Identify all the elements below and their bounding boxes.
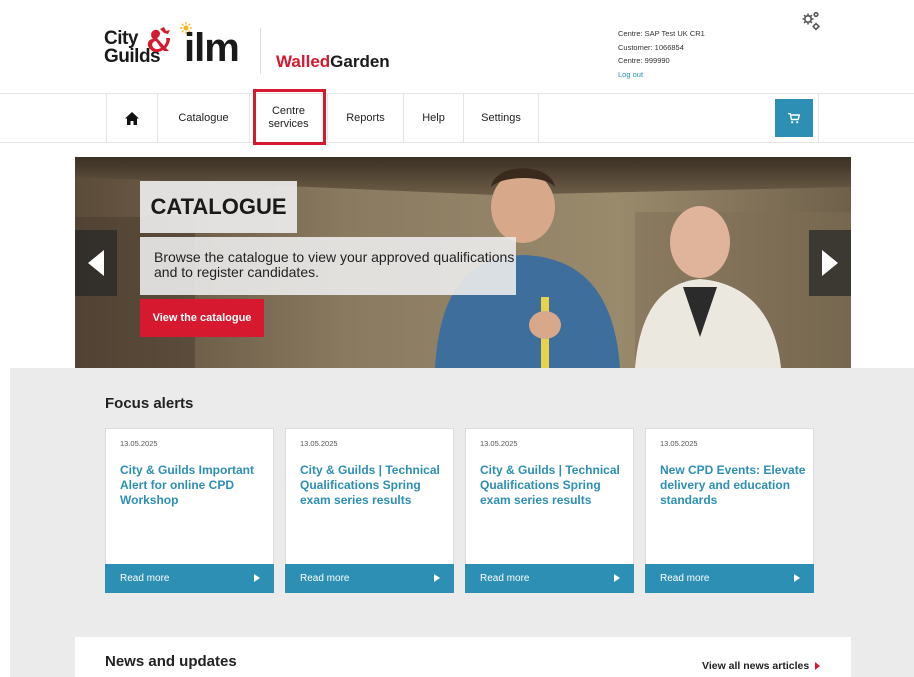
arrow-right-icon <box>822 250 838 276</box>
ilm-logo[interactable]: ilm <box>180 22 250 72</box>
read-more-button[interactable]: Read more <box>645 564 814 593</box>
home-icon <box>125 111 139 125</box>
carousel-prev-button[interactable] <box>75 230 117 296</box>
logo-divider <box>260 28 261 74</box>
walled-garden-logo[interactable]: WalledGarden <box>276 52 390 72</box>
read-more-label: Read more <box>300 573 350 584</box>
read-more-label: Read more <box>660 573 710 584</box>
walled-garden-logo-part2: Garden <box>330 52 390 71</box>
account-info: Centre: SAP Test UK CR1 Customer: 106685… <box>618 27 705 81</box>
walled-garden-logo-part1: Walled <box>276 52 331 71</box>
news-title: News and updates <box>105 653 237 670</box>
play-arrow-icon <box>434 574 440 582</box>
view-all-news-link[interactable]: View all news articles <box>702 659 809 673</box>
chevron-right-icon <box>815 662 820 670</box>
alert-title[interactable]: New CPD Events: Elevate delivery and edu… <box>660 463 806 508</box>
site-header: City Guilds ilm WalledGarden Centre: SAP… <box>0 0 914 93</box>
account-customer: Customer: 1066854 <box>618 42 684 52</box>
alert-title[interactable]: City & Guilds | Technical Qualifications… <box>300 463 446 508</box>
nav-help[interactable]: Help <box>404 94 464 142</box>
hero-title: CATALOGUE <box>150 194 287 219</box>
nav-catalogue[interactable]: Catalogue <box>158 94 250 142</box>
hero-title-box: CATALOGUE <box>140 181 297 233</box>
play-arrow-icon <box>614 574 620 582</box>
news-section: News and updates View all news articles <box>75 637 851 677</box>
hero-description-box: Browse the catalogue to view your approv… <box>140 237 516 295</box>
alert-date: 13.05.2025 <box>300 439 338 448</box>
logout-link[interactable]: Log out <box>618 68 705 82</box>
cart-icon <box>788 112 800 123</box>
gears-icon[interactable] <box>800 10 822 32</box>
nav-settings[interactable]: Settings <box>464 94 539 142</box>
alert-date: 13.05.2025 <box>660 439 698 448</box>
alert-card[interactable]: 13.05.2025 New CPD Events: Elevate deliv… <box>645 428 814 593</box>
alert-date: 13.05.2025 <box>120 439 158 448</box>
play-arrow-icon <box>794 574 800 582</box>
alert-card[interactable]: 13.05.2025 City & Guilds | Technical Qua… <box>465 428 634 593</box>
read-more-label: Read more <box>480 573 530 584</box>
alert-card[interactable]: 13.05.2025 City & Guilds | Technical Qua… <box>285 428 454 593</box>
alert-date: 13.05.2025 <box>480 439 518 448</box>
arrow-left-icon <box>88 250 104 276</box>
alert-title[interactable]: City & Guilds Important Alert for online… <box>120 463 266 508</box>
nav-centre-services-label: Centre services <box>268 105 309 130</box>
alert-card[interactable]: 13.05.2025 City & Guilds Important Alert… <box>105 428 274 593</box>
ampersand-lion-icon <box>147 27 170 53</box>
nav-divider <box>818 94 819 142</box>
read-more-button[interactable]: Read more <box>105 564 274 593</box>
hero-description: Browse the catalogue to view your approv… <box>154 249 515 280</box>
account-centre-number: Centre: 999990 <box>618 56 670 65</box>
alert-title[interactable]: City & Guilds | Technical Qualifications… <box>480 463 626 508</box>
nav-home[interactable] <box>106 94 158 142</box>
play-arrow-icon <box>254 574 260 582</box>
read-more-button[interactable]: Read more <box>465 564 634 593</box>
ilm-logo-text: ilm <box>184 26 240 70</box>
focus-alerts-title: Focus alerts <box>105 395 194 412</box>
read-more-label: Read more <box>120 573 170 584</box>
city-and-guilds-logo[interactable]: City Guilds <box>104 27 170 70</box>
cart-button[interactable] <box>775 99 813 137</box>
read-more-button[interactable]: Read more <box>285 564 454 593</box>
account-centre-name: Centre: SAP Test UK CR1 <box>618 29 705 38</box>
view-catalogue-button[interactable]: View the catalogue <box>140 299 264 337</box>
nav-reports[interactable]: Reports <box>328 94 404 142</box>
nav-centre-services[interactable]: Centre services <box>250 94 328 142</box>
carousel-next-button[interactable] <box>809 230 851 296</box>
